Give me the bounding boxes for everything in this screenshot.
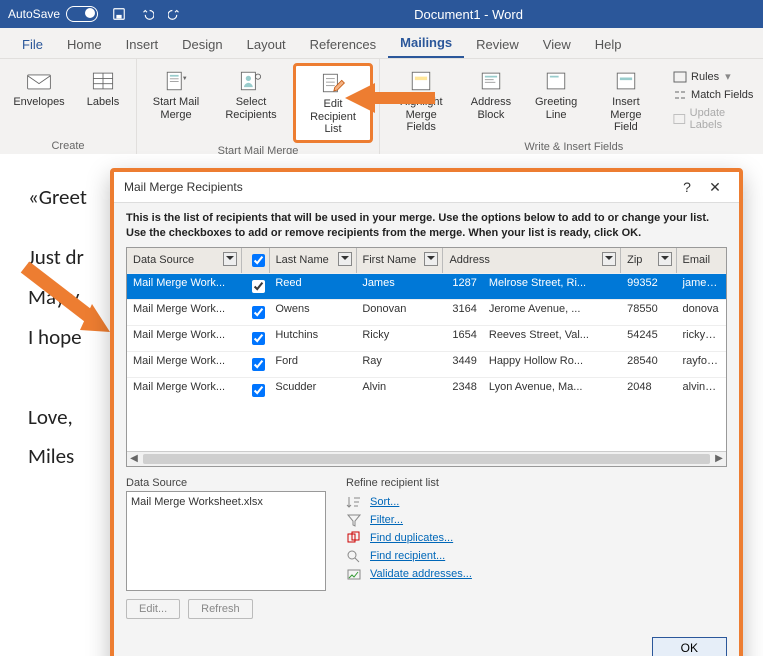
data-source-file[interactable]: Mail Merge Worksheet.xlsx (131, 496, 321, 508)
autosave-control[interactable]: AutoSave (8, 6, 98, 22)
refresh-button[interactable]: Refresh (188, 599, 253, 619)
tab-references[interactable]: References (298, 31, 388, 58)
group-create: Envelopes Labels Create (0, 59, 137, 155)
update-labels-button[interactable]: Update Labels (669, 106, 758, 132)
table-row[interactable]: Mail Merge Work...ReedJames1287Melrose S… (127, 273, 726, 299)
edit-source-button[interactable]: Edit... (126, 599, 180, 619)
scroll-left-icon[interactable]: ◀ (127, 452, 141, 466)
row-checkbox[interactable] (252, 332, 265, 345)
col-data-source[interactable]: Data Source (127, 248, 242, 273)
tab-review[interactable]: Review (464, 31, 531, 58)
tab-insert[interactable]: Insert (114, 31, 171, 58)
tab-home[interactable]: Home (55, 31, 114, 58)
col-last-name[interactable]: Last Name (270, 248, 357, 273)
dropdown-icon (602, 252, 616, 266)
tab-view[interactable]: View (531, 31, 583, 58)
col-address[interactable]: Address (443, 248, 621, 273)
dialog-title: Mail Merge Recipients (124, 180, 243, 194)
envelopes-button[interactable]: Envelopes (6, 63, 72, 138)
dropdown-icon (424, 252, 438, 266)
autosave-label: AutoSave (8, 7, 60, 21)
sort-link[interactable]: Sort... (346, 493, 727, 511)
row-checkbox[interactable] (252, 306, 265, 319)
dialog-instructions: This is the list of recipients that will… (126, 211, 727, 241)
table-body: Mail Merge Work...ReedJames1287Melrose S… (127, 273, 726, 403)
find-duplicates-link[interactable]: Find duplicates... (346, 529, 727, 547)
refine-panel: Refine recipient list Sort... Filter... … (346, 477, 727, 619)
tab-mailings[interactable]: Mailings (388, 29, 464, 58)
tab-help[interactable]: Help (583, 31, 634, 58)
tab-file[interactable]: File (10, 31, 55, 58)
highlight-merge-fields-button[interactable]: Highlight Merge Fields (386, 63, 456, 139)
col-email[interactable]: Email (677, 248, 726, 273)
table-row[interactable]: Mail Merge Work...OwensDonovan3164Jerome… (127, 299, 726, 325)
validate-addresses-link[interactable]: Validate addresses... (346, 565, 727, 583)
help-button[interactable]: ? (673, 179, 701, 195)
match-fields-button[interactable]: Match Fields (669, 88, 758, 102)
row-checkbox[interactable] (252, 358, 265, 371)
select-all-checkbox[interactable] (252, 254, 265, 267)
group-write-insert: Highlight Merge Fields Address Block Gre… (380, 59, 763, 155)
mail-merge-recipients-dialog: Mail Merge Recipients ? ✕ This is the li… (110, 168, 743, 656)
find-recipient-link[interactable]: Find recipient... (346, 547, 727, 565)
edit-recipient-list-button[interactable]: Edit Recipient List (293, 63, 373, 143)
table-row[interactable]: Mail Merge Work...FordRay3449Happy Hollo… (127, 351, 726, 377)
undo-icon[interactable] (140, 7, 154, 21)
col-first-name[interactable]: First Name (357, 248, 444, 273)
quick-access-toolbar (112, 7, 182, 21)
group-create-label: Create (51, 138, 84, 155)
horizontal-scrollbar[interactable]: ◀ ▶ (127, 451, 726, 466)
refine-label: Refine recipient list (346, 477, 727, 489)
data-source-panel: Data Source Mail Merge Worksheet.xlsx Ed… (126, 477, 326, 619)
labels-button[interactable]: Labels (76, 63, 130, 138)
col-zip[interactable]: Zip (621, 248, 676, 273)
row-checkbox[interactable] (252, 384, 265, 397)
tab-layout[interactable]: Layout (235, 31, 298, 58)
titlebar: AutoSave Document1 - Word (0, 0, 763, 28)
save-icon[interactable] (112, 7, 126, 21)
ribbon: Envelopes Labels Create Start Mail Merge… (0, 59, 763, 156)
greeting-line-button[interactable]: Greeting Line (526, 63, 587, 139)
redo-icon[interactable] (168, 7, 182, 21)
dropdown-icon (223, 252, 237, 266)
address-block-button[interactable]: Address Block (460, 63, 521, 139)
window-title: Document1 - Word (182, 7, 755, 22)
ribbon-tabs: File Home Insert Design Layout Reference… (0, 28, 763, 59)
dropdown-icon (338, 252, 352, 266)
row-checkbox[interactable] (252, 280, 265, 293)
insert-merge-field-button[interactable]: Insert Merge Field (591, 63, 661, 139)
ok-button[interactable]: OK (652, 637, 727, 656)
data-source-label: Data Source (126, 477, 326, 489)
tab-design[interactable]: Design (170, 31, 234, 58)
doc-line: I hope (28, 318, 82, 358)
close-button[interactable]: ✕ (701, 179, 729, 196)
dropdown-icon (658, 252, 672, 266)
group-start-mail-merge: Start Mail Merge Select Recipients Edit … (137, 59, 380, 155)
table-row[interactable]: Mail Merge Work...HutchinsRicky1654Reeve… (127, 325, 726, 351)
data-source-listbox[interactable]: Mail Merge Worksheet.xlsx (126, 491, 326, 591)
table-row[interactable]: Mail Merge Work...ScudderAlvin2348Lyon A… (127, 377, 726, 403)
table-header: Data Source Last Name First Name Address… (127, 248, 726, 273)
col-checkbox[interactable] (242, 248, 270, 273)
dialog-titlebar: Mail Merge Recipients ? ✕ (114, 172, 739, 203)
autosave-toggle-icon[interactable] (66, 6, 98, 22)
start-mail-merge-button[interactable]: Start Mail Merge (143, 63, 209, 143)
recipients-table: Data Source Last Name First Name Address… (126, 247, 727, 467)
scroll-thumb[interactable] (143, 454, 710, 464)
scroll-right-icon[interactable]: ▶ (712, 452, 726, 466)
select-recipients-button[interactable]: Select Recipients (213, 63, 289, 143)
filter-link[interactable]: Filter... (346, 511, 727, 529)
rules-button[interactable]: Rules▾ (669, 69, 758, 84)
